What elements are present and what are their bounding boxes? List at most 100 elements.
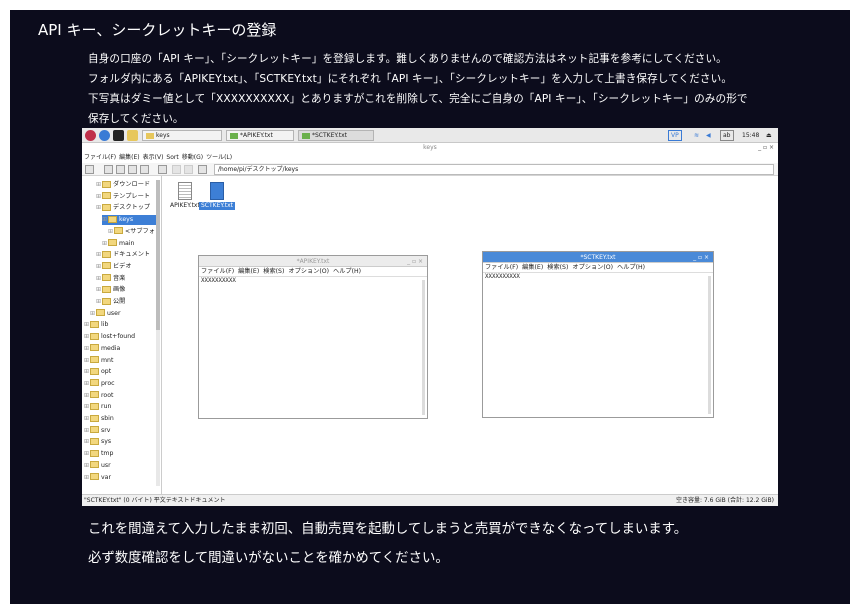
compact-view-icon[interactable] xyxy=(128,165,137,174)
menu-file[interactable]: ファイル(F) xyxy=(485,264,518,271)
folder-icon xyxy=(90,437,99,445)
menu-go[interactable]: 移動(G) xyxy=(182,154,203,161)
sidebar-item[interactable]: ⊞ lib xyxy=(84,320,108,330)
sidebar-item[interactable]: ⊞ ドキュメント xyxy=(96,250,150,260)
sidebar-item[interactable]: ⊞ user xyxy=(90,309,121,319)
file-sctkey[interactable]: SCTKEY.txt xyxy=(199,182,236,210)
sidebar-item-label: sbin xyxy=(101,415,114,422)
menu-options[interactable]: オプション(O) xyxy=(572,264,613,271)
sidebar-item-label: ビデオ xyxy=(113,262,132,270)
sidebar-item[interactable]: ⊞ sys xyxy=(84,437,111,447)
menu-file[interactable]: ファイル(F) xyxy=(201,268,234,275)
keyboard-indicator[interactable]: ab xyxy=(720,130,734,141)
filemanager-toolbar: /home/pi/デスクトップ/keys xyxy=(82,163,778,176)
sidebar-item-label: root xyxy=(101,391,114,399)
new-tab-icon[interactable] xyxy=(85,165,94,174)
sidebar-item[interactable]: ⊞ ビデオ xyxy=(96,262,132,272)
sidebar-item[interactable]: ⊞ srv xyxy=(84,426,110,436)
scrollbar-thumb[interactable] xyxy=(156,180,160,330)
sidebar-item[interactable]: ⊞ var xyxy=(84,473,111,483)
task-apikey[interactable]: *APIKEY.txt xyxy=(226,130,294,141)
editor-scrollbar[interactable] xyxy=(708,276,711,414)
menu-edit[interactable]: 編集(E) xyxy=(238,268,259,275)
sidebar-item[interactable]: ⊞ opt xyxy=(84,367,111,377)
editor-window-buttons[interactable]: _ ▫ × xyxy=(407,256,423,267)
sidebar-item[interactable]: ⊞ usr xyxy=(84,461,111,471)
sidebar-item-label: 画像 xyxy=(113,286,126,294)
list-view-icon[interactable] xyxy=(140,165,149,174)
menu-help[interactable]: ヘルプ(H) xyxy=(617,264,645,271)
folder-icon xyxy=(90,320,99,328)
folder-icon xyxy=(102,192,111,200)
folder-icon xyxy=(102,250,111,258)
text-file-icon xyxy=(210,182,224,200)
editor-window-buttons[interactable]: _ ▫ × xyxy=(693,252,709,263)
wifi-icon[interactable]: ≋ xyxy=(694,130,699,141)
editor-title-bar[interactable]: *APIKEY.txt _ ▫ × xyxy=(199,256,427,267)
sidebar-item-label: tmp xyxy=(101,450,114,458)
filemanager-window-buttons[interactable]: _ ▫ × xyxy=(758,143,774,153)
sidebar-item[interactable]: ⊞ mnt xyxy=(84,356,113,366)
folder-icon[interactable] xyxy=(127,130,138,141)
sidebar-item[interactable]: ⊞ root xyxy=(84,391,113,401)
volume-icon[interactable]: ◀ xyxy=(706,130,711,141)
sidebar-item[interactable]: ⊞ proc xyxy=(84,379,115,389)
sidebar-item[interactable]: ⊞ 画像 xyxy=(96,285,125,295)
editor-scrollbar[interactable] xyxy=(422,280,425,415)
sidebar-item[interactable]: ⊞ sbin xyxy=(84,414,114,424)
terminal-icon[interactable] xyxy=(113,130,124,141)
sidebar-item[interactable]: ⊞ 音楽 xyxy=(96,274,125,284)
status-selection: "SCTKEY.txt" (0 バイト) 平文テキストドキュメント xyxy=(84,497,226,504)
home-icon[interactable] xyxy=(158,165,167,174)
folder-icon xyxy=(90,449,99,457)
menu-help[interactable]: ヘルプ(H) xyxy=(333,268,361,275)
editor-text-area[interactable]: XXXXXXXXXX xyxy=(483,273,713,281)
sidebar-item[interactable]: ⊞ <サブフォ xyxy=(108,227,155,237)
slide-title: API キー、シークレットキーの登録 xyxy=(38,21,277,39)
menu-search[interactable]: 検索(S) xyxy=(547,264,568,271)
menu-sort[interactable]: Sort xyxy=(166,154,178,161)
text-file-icon xyxy=(177,182,192,200)
folder-icon xyxy=(90,473,99,480)
editor-text-area[interactable]: XXXXXXXXXX xyxy=(199,277,427,285)
sidebar-item[interactable]: ⊞ tmp xyxy=(84,449,113,459)
file-label: APIKEY.txt xyxy=(170,202,200,209)
sidebar-scrollbar[interactable] xyxy=(156,180,160,486)
vnc-badge[interactable]: VP xyxy=(668,130,682,141)
sidebar-item[interactable]: ⊞ keys xyxy=(102,215,156,226)
icon-view-icon[interactable] xyxy=(104,165,113,174)
file-apikey[interactable]: APIKEY.txt xyxy=(168,182,202,210)
menu-edit[interactable]: 編集(E) xyxy=(522,264,543,271)
menu-search[interactable]: 検索(S) xyxy=(263,268,284,275)
sidebar-item[interactable]: ⊞ ダウンロード xyxy=(96,180,150,190)
sidebar-item[interactable]: ⊞ main xyxy=(102,239,134,249)
sidebar-item[interactable]: ⊞ lost+found xyxy=(84,332,135,342)
sidebar-item[interactable]: ⊞ デスクトップ xyxy=(96,203,150,213)
menu-edit[interactable]: 編集(E) xyxy=(119,154,139,161)
browser-icon[interactable] xyxy=(99,130,110,141)
editor-title-bar[interactable]: *SCTKEY.txt _ ▫ × xyxy=(483,252,713,263)
up-icon[interactable] xyxy=(198,165,207,174)
task-keys[interactable]: keys xyxy=(142,130,222,141)
thumbnail-view-icon[interactable] xyxy=(116,165,125,174)
eject-icon[interactable]: ⏏ xyxy=(766,130,772,141)
sidebar-item[interactable]: ⊞ テンプレート xyxy=(96,192,150,202)
sidebar-item[interactable]: ⊞ media xyxy=(84,344,120,354)
sidebar-item[interactable]: ⊞ 公開 xyxy=(96,297,125,307)
sidebar-item-label: ドキュメント xyxy=(113,251,151,259)
menu-view[interactable]: 表示(V) xyxy=(143,154,164,161)
intro-line-1: 自身の口座の「API キー」、「シークレットキー」を登録します。難しくありません… xyxy=(88,53,727,65)
menu-file[interactable]: ファイル(F) xyxy=(84,154,116,161)
menu-options[interactable]: オプション(O) xyxy=(288,268,329,275)
menu-tools[interactable]: ツール(L) xyxy=(206,154,232,161)
folder-icon xyxy=(108,215,117,223)
back-icon[interactable] xyxy=(172,165,181,174)
raspberry-menu-icon[interactable] xyxy=(85,130,96,141)
outro-line-1: これを間違えて入力したまま初回、自動売買を起動してしまうと売買ができなくなってし… xyxy=(88,522,688,537)
forward-icon[interactable] xyxy=(184,165,193,174)
folder-icon xyxy=(90,391,99,399)
task-sctkey[interactable]: *SCTKEY.txt xyxy=(298,130,374,141)
address-bar[interactable]: /home/pi/デスクトップ/keys xyxy=(214,164,774,175)
sidebar-item[interactable]: ⊞ run xyxy=(84,402,111,412)
sidebar-item-label: main xyxy=(119,239,135,247)
